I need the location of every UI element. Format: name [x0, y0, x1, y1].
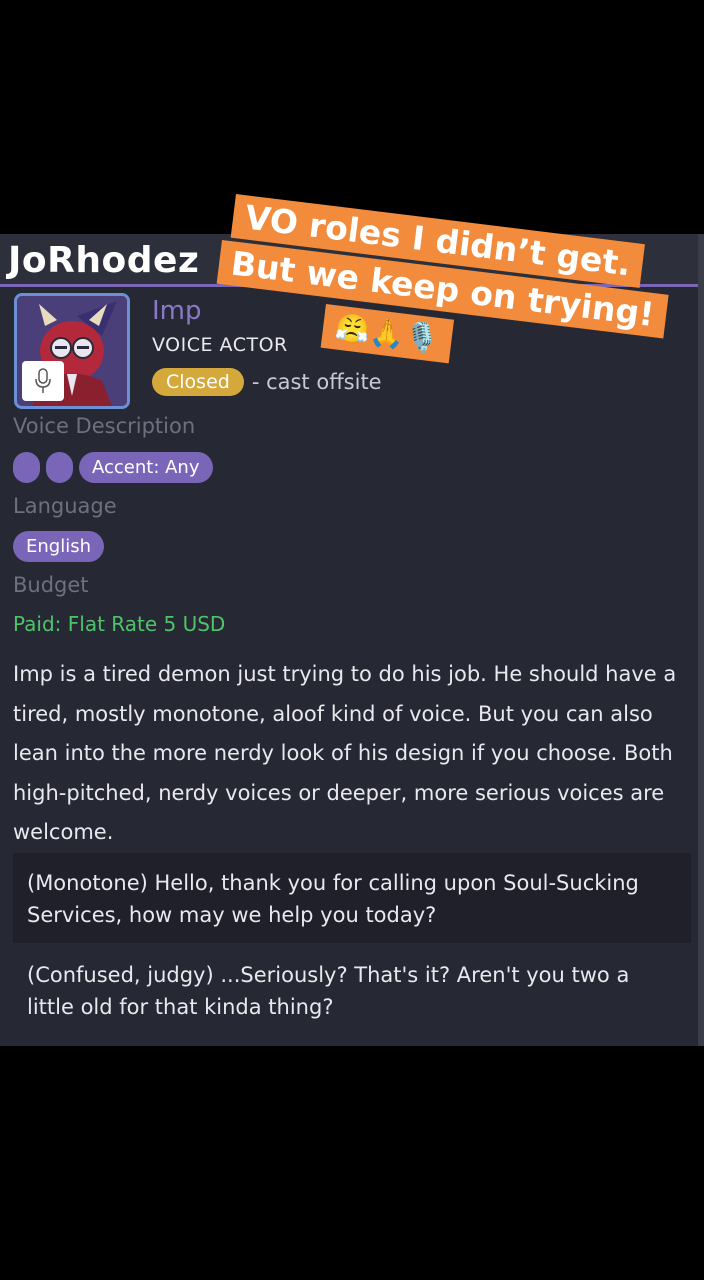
- card-header: JoRhodez: [0, 234, 704, 287]
- username[interactable]: JoRhodez: [8, 240, 199, 281]
- accent-tag: Accent: Any: [79, 452, 213, 483]
- status-note: - cast offsite: [251, 370, 382, 394]
- header-divider: [0, 284, 698, 287]
- role-type: VOICE ACTOR: [152, 334, 288, 356]
- budget-value: Paid: Flat Rate 5 USD: [13, 612, 226, 636]
- avatar[interactable]: [14, 293, 130, 409]
- budget-label: Budget: [13, 573, 89, 597]
- microphone-icon: [35, 368, 51, 393]
- scrollbar[interactable]: [698, 234, 704, 1046]
- role-description: Imp is a tired demon just trying to do h…: [13, 662, 677, 844]
- voice-tag-pill: [13, 452, 40, 483]
- status-badge: Closed: [152, 368, 244, 396]
- voice-description-label: Voice Description: [13, 414, 196, 438]
- microphone-badge: [22, 361, 64, 401]
- status-row: Closed - cast offsite: [152, 368, 382, 396]
- role-name[interactable]: Imp: [152, 296, 202, 326]
- voice-tag-pill: [46, 452, 73, 483]
- sample-line: (Confused, judgy) ...Seriously? That's i…: [27, 963, 630, 1019]
- language-label: Language: [13, 494, 117, 518]
- voice-tags: Accent: Any: [13, 452, 213, 483]
- sample-line: (Monotone) Hello, thank you for calling …: [13, 853, 691, 943]
- language-tag: English: [13, 531, 104, 562]
